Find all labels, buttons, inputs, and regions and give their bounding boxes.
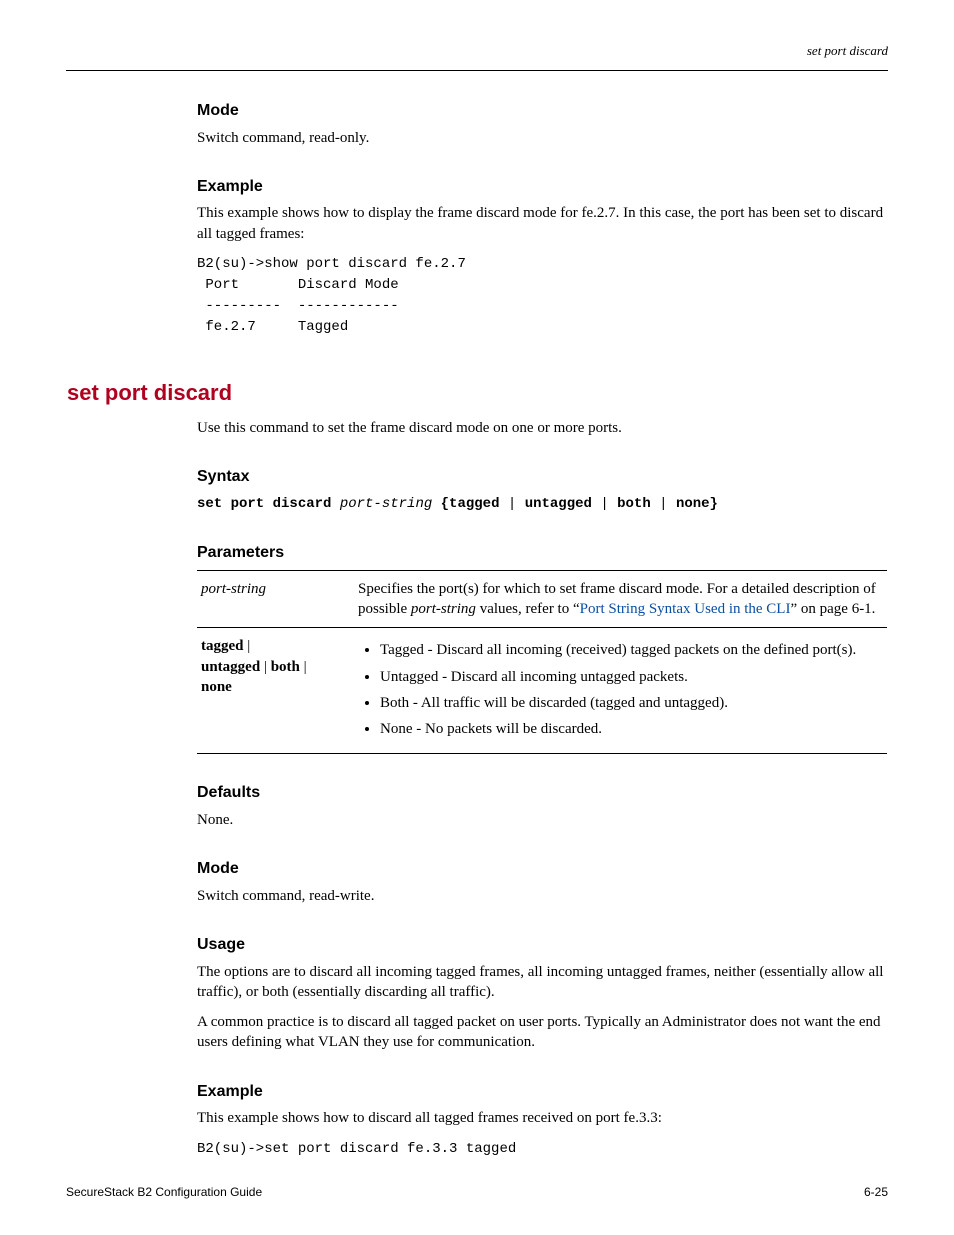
param-desc-cell: Tagged - Discard all incoming (received)… — [354, 628, 887, 754]
code-line: --------- ------------ — [197, 298, 399, 314]
table-row: tagged | untagged | both | none Tagged -… — [197, 628, 887, 754]
example1-body: This example shows how to display the fr… — [197, 203, 887, 244]
heading-mode2: Mode — [197, 858, 887, 880]
footer-page-number: 6-25 — [864, 1185, 888, 1199]
example1-code: B2(su)->show port discard fe.2.7 Port Di… — [197, 254, 887, 338]
page-footer: SecureStack B2 Configuration Guide 6-25 — [66, 1185, 888, 1199]
running-header-right: set port discard — [807, 43, 888, 59]
syntax-arg: port-string — [340, 496, 432, 512]
param-desc-list: Tagged - Discard all incoming (received)… — [358, 640, 879, 739]
code-line: fe.2.7 Tagged — [197, 319, 348, 335]
example2-body-pre: This example shows how to discard all ta… — [197, 1110, 624, 1126]
heading-example: Example — [197, 176, 887, 198]
param-option: tagged — [201, 638, 244, 654]
list-item: None - No packets will be discarded. — [380, 719, 879, 739]
mode-body: Switch command, read-only. — [197, 128, 887, 148]
example2-body-post: .3.3: — [635, 1110, 662, 1126]
heading-usage: Usage — [197, 934, 887, 956]
param-desc-cell: Specifies the port(s) for which to set f… — [354, 570, 887, 628]
example2-port: fe — [624, 1110, 636, 1126]
param-name: port-string — [201, 581, 266, 597]
page: set port discard Mode Switch command, re… — [0, 0, 954, 1235]
param-name-cell: tagged | untagged | both | none — [197, 628, 354, 754]
syntax-keyword: set port discard — [197, 496, 331, 512]
code-line: Port Discard Mode — [197, 277, 399, 293]
param-sep: | — [244, 638, 251, 654]
example2-code: B2(su)->set port discard fe.3.3 tagged — [197, 1139, 887, 1160]
footer-left: SecureStack B2 Configuration Guide — [66, 1185, 262, 1199]
param-option: both — [271, 659, 300, 675]
table-row: port-string Specifies the port(s) for wh… — [197, 570, 887, 628]
parameters-table: port-string Specifies the port(s) for wh… — [197, 570, 887, 755]
usage-p1: The options are to discard all incoming … — [197, 962, 887, 1003]
param-sep: | — [260, 659, 271, 675]
heading-syntax: Syntax — [197, 466, 887, 488]
list-item: Untagged - Discard all incoming untagged… — [380, 667, 879, 687]
command-title: set port discard — [67, 378, 887, 408]
syntax-keyword: both — [617, 496, 651, 512]
param-option: untagged — [201, 659, 260, 675]
list-item: Both - All traffic will be discarded (ta… — [380, 693, 879, 713]
heading-defaults: Defaults — [197, 782, 887, 804]
example2-body: This example shows how to discard all ta… — [197, 1108, 887, 1128]
usage-p2: A common practice is to discard all tagg… — [197, 1012, 887, 1053]
syntax-keyword: {tagged — [441, 496, 500, 512]
param-desc-text: values, refer to “ — [476, 601, 580, 617]
param-name-cell: port-string — [197, 570, 354, 628]
list-item: Tagged - Discard all incoming (received)… — [380, 640, 879, 660]
syntax-keyword: none} — [676, 496, 718, 512]
heading-parameters: Parameters — [197, 542, 887, 564]
param-desc-arg: port-string — [411, 601, 476, 617]
header-rule — [66, 70, 888, 71]
command-desc: Use this command to set the frame discar… — [197, 418, 887, 438]
param-option: none — [201, 679, 232, 695]
content-column: Mode Switch command, read-only. Example … — [197, 100, 887, 1160]
param-desc-text: ” on page 6-1. — [790, 601, 875, 617]
code-line: B2(su)->show port discard fe.2.7 — [197, 256, 466, 272]
syntax-keyword: untagged — [525, 496, 592, 512]
syntax-line: set port discard port-string {tagged | u… — [197, 495, 887, 514]
mode2-body: Switch command, read-write. — [197, 886, 887, 906]
defaults-body: None. — [197, 810, 887, 830]
cross-ref-link[interactable]: Port String Syntax Used in the CLI — [580, 601, 791, 617]
param-sep: | — [300, 659, 307, 675]
heading-example2: Example — [197, 1081, 887, 1103]
heading-mode: Mode — [197, 100, 887, 122]
